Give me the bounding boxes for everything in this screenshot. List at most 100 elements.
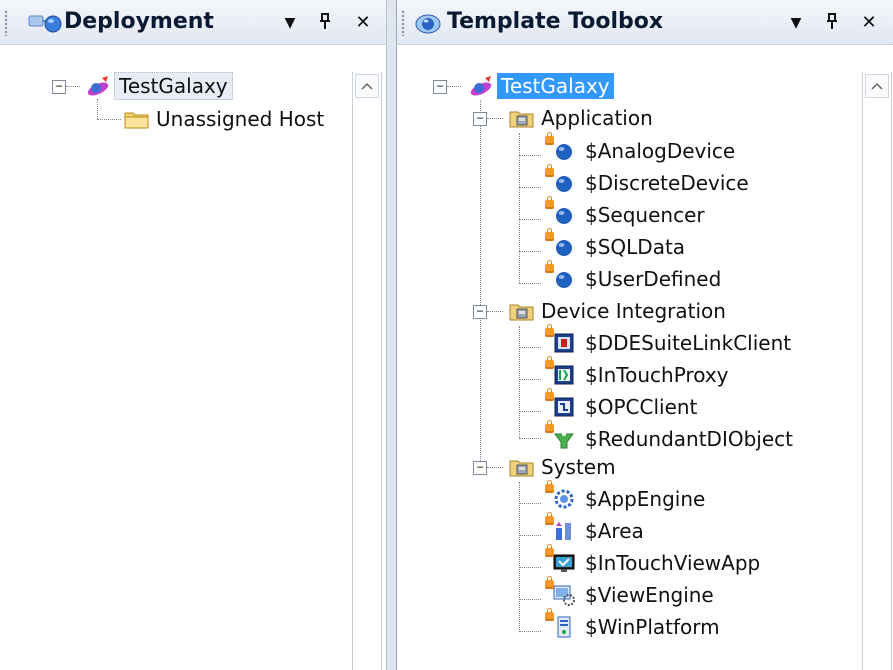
template-item[interactable]: $OPCClient: [545, 388, 701, 422]
tree-node-label: $Area: [585, 519, 644, 543]
lock-icon: [545, 608, 554, 621]
tree-node-testgalaxy[interactable]: TestGalaxy: [86, 71, 233, 101]
close-button[interactable]: ✕: [352, 12, 374, 33]
tree-connector: [97, 99, 98, 119]
template-item[interactable]: $InTouchProxy: [545, 356, 733, 390]
tree-node-label: $Sequencer: [585, 203, 705, 227]
deployment-panel: Deployment ▼ ✕ − TestGalaxy Unassigned H…: [0, 0, 387, 670]
tree-node-label: $InTouchViewApp: [585, 551, 761, 575]
lock-icon: [545, 132, 554, 145]
vertical-scrollbar[interactable]: [862, 72, 892, 670]
tree-node-label: $ViewEngine: [585, 583, 714, 607]
view-engine-icon: [545, 576, 575, 606]
template-item[interactable]: $AnalogDevice: [545, 132, 739, 166]
template-item[interactable]: $Area: [545, 512, 648, 546]
template-item[interactable]: $UserDefined: [545, 260, 725, 294]
scroll-up-button[interactable]: [355, 74, 379, 98]
tree-node-label: $OPCClient: [585, 395, 698, 419]
dropdown-button[interactable]: ▼: [785, 15, 807, 31]
tree-connector: [519, 599, 541, 600]
tree-connector: [519, 438, 541, 439]
tree-group-application[interactable]: Application: [509, 103, 657, 133]
tree-node-label: $InTouchProxy: [585, 363, 729, 387]
opc-client-icon: [545, 388, 575, 418]
tree-node-label: TestGalaxy: [114, 72, 233, 100]
lock-icon: [545, 228, 554, 241]
blue-sphere-icon: [545, 132, 575, 162]
collapse-toggle[interactable]: −: [473, 305, 487, 319]
toolbox-titlebar[interactable]: Template Toolbox ▼ ✕: [397, 0, 893, 45]
template-item[interactable]: $InTouchViewApp: [545, 544, 764, 578]
tree-connector: [487, 311, 503, 312]
tree-connector: [519, 187, 541, 188]
tree-node-label: Device Integration: [541, 299, 726, 323]
toolbox-tree[interactable]: − TestGalaxy − Application $AnalogDevice: [397, 45, 893, 670]
template-item[interactable]: $SQLData: [545, 228, 689, 262]
toolbox-icon: [415, 12, 441, 38]
pin-button[interactable]: [821, 12, 843, 35]
redundant-di-icon: [545, 420, 575, 450]
toolset-folder-icon: [509, 456, 534, 478]
tree-connector: [447, 86, 461, 87]
tree-connector: [519, 535, 541, 536]
tree-node-label: $UserDefined: [585, 267, 722, 291]
galaxy-icon: [469, 75, 492, 97]
collapse-toggle[interactable]: −: [433, 80, 447, 94]
tree-group-device-integration[interactable]: Device Integration: [509, 296, 730, 326]
tree-connector: [66, 86, 80, 87]
tree-node-label: Application: [541, 106, 653, 130]
template-item[interactable]: $DDESuiteLinkClient: [545, 324, 795, 358]
tree-connector: [519, 219, 541, 220]
tree-node-label: Unassigned Host: [156, 107, 325, 131]
panel-splitter[interactable]: [387, 0, 396, 670]
template-item[interactable]: $WinPlatform: [545, 608, 724, 642]
tree-connector: [519, 631, 541, 632]
dropdown-button[interactable]: ▼: [279, 15, 301, 31]
tree-connector: [519, 251, 541, 252]
collapse-toggle[interactable]: −: [473, 112, 487, 126]
template-item[interactable]: $Sequencer: [545, 196, 709, 230]
template-item[interactable]: $DiscreteDevice: [545, 164, 753, 198]
scroll-up-button[interactable]: [865, 74, 889, 98]
tree-node-label: $SQLData: [585, 235, 686, 259]
lock-icon: [545, 420, 554, 433]
blue-sphere-icon: [545, 260, 575, 290]
tree-node-testgalaxy[interactable]: TestGalaxy: [469, 71, 614, 101]
tree-node-label: $AnalogDevice: [585, 139, 736, 163]
tree-node-label: System: [541, 455, 616, 479]
tree-connector: [480, 100, 481, 467]
lock-icon: [545, 324, 554, 337]
deployment-tree[interactable]: − TestGalaxy Unassigned Host: [0, 45, 386, 670]
area-icon: [545, 512, 575, 542]
tree-node-label: $WinPlatform: [585, 615, 720, 639]
collapse-toggle[interactable]: −: [52, 80, 66, 94]
gear-engine-icon: [545, 480, 575, 510]
template-item[interactable]: $RedundantDIObject: [545, 420, 797, 454]
tree-node-label: TestGalaxy: [497, 73, 614, 99]
vertical-scrollbar[interactable]: [352, 72, 382, 670]
close-button[interactable]: ✕: [858, 12, 880, 33]
blue-sphere-icon: [545, 228, 575, 258]
lock-icon: [545, 576, 554, 589]
tree-connector: [487, 118, 503, 119]
deployment-titlebar[interactable]: Deployment ▼ ✕: [0, 0, 386, 45]
tree-node-unassigned-host[interactable]: Unassigned Host: [124, 104, 328, 134]
drag-grip[interactable]: [401, 10, 405, 36]
tree-group-system[interactable]: System: [509, 452, 620, 482]
pin-button[interactable]: [314, 12, 336, 35]
template-item[interactable]: $AppEngine: [545, 480, 709, 514]
lock-icon: [545, 196, 554, 209]
tree-connector: [519, 503, 541, 504]
collapse-toggle[interactable]: −: [473, 461, 487, 475]
tree-node-label: $RedundantDIObject: [585, 427, 793, 451]
tree-connector: [97, 119, 121, 120]
tree-connector: [519, 482, 520, 632]
lock-icon: [545, 356, 554, 369]
win-platform-icon: [545, 608, 575, 638]
template-item[interactable]: $ViewEngine: [545, 576, 718, 610]
lock-icon: [545, 512, 554, 525]
tree-node-label: $DDESuiteLinkClient: [585, 331, 792, 355]
drag-grip[interactable]: [4, 10, 8, 36]
intouch-viewapp-icon: [545, 544, 575, 574]
galaxy-icon: [86, 75, 109, 97]
